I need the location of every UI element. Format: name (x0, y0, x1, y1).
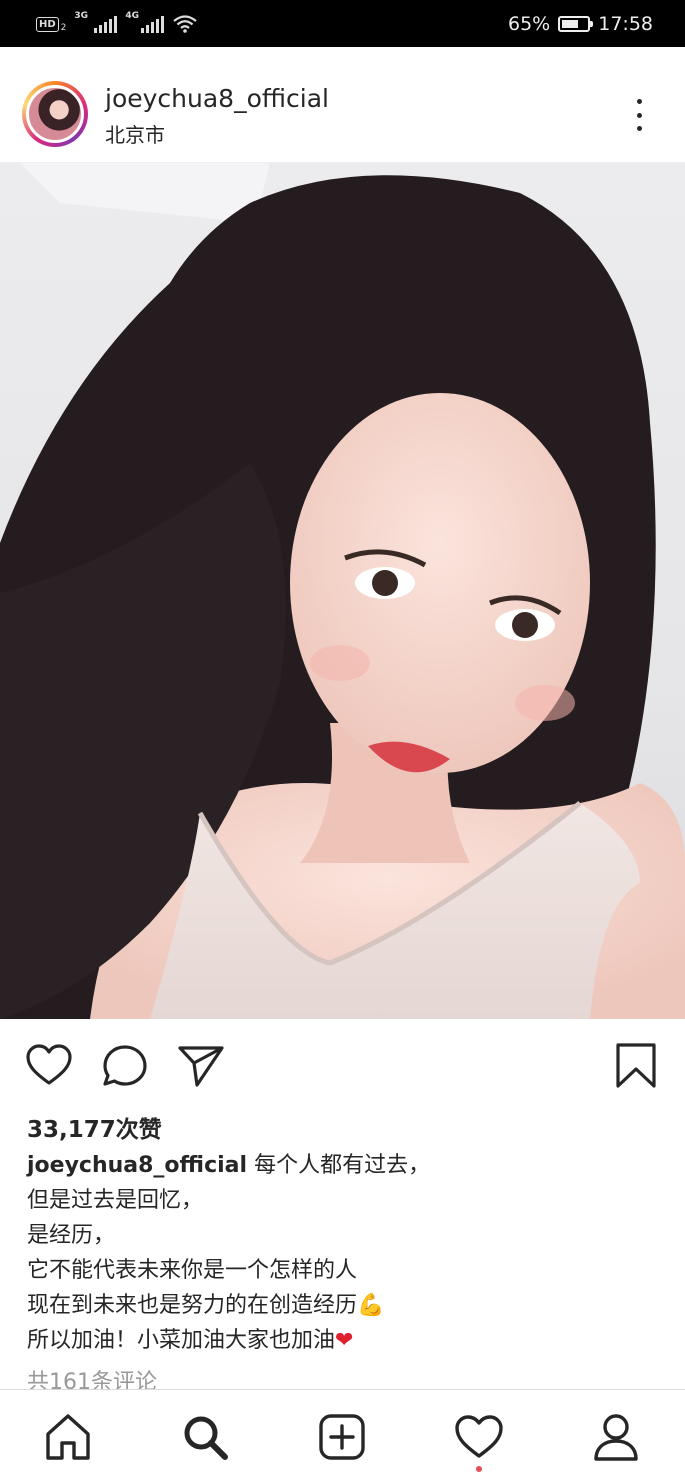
caption-line-4: 现在到未来也是努力的在创造经历💪 (27, 1288, 657, 1323)
bookmark-icon[interactable] (612, 1042, 660, 1090)
flexed-biceps-emoji: 💪 (357, 1293, 385, 1318)
caption-text-0: 每个人都有过去， (254, 1153, 431, 1178)
post-photo[interactable] (0, 163, 685, 1019)
heart-outline-icon[interactable] (25, 1042, 73, 1090)
person-icon[interactable] (591, 1412, 641, 1462)
red-heart-emoji: ❤ (335, 1328, 354, 1353)
status-right: 65% 17:58 (508, 10, 653, 38)
activity-heart-icon[interactable] (454, 1412, 504, 1462)
plus-square-icon[interactable] (317, 1412, 367, 1462)
post-location[interactable]: 北京市 (105, 119, 165, 148)
caption-text-3: 它不能代表未来你是一个怎样的人 (27, 1258, 358, 1283)
caption-text-2: 是经历， (27, 1223, 116, 1248)
post-header: joeychua8_official 北京市 (0, 47, 685, 163)
post-caption: joeychua8_official 每个人都有过去， 但是过去是回忆， 是经历… (27, 1148, 657, 1358)
speech-bubble-icon[interactable] (101, 1042, 149, 1090)
paper-plane-icon[interactable] (177, 1042, 225, 1090)
sim1-network-label: 3G (74, 11, 89, 21)
caption-text-5: 所以加油！小菜加油大家也加油 (27, 1328, 336, 1353)
clock: 17:58 (598, 13, 653, 35)
hd-voice-sub: 2 (60, 23, 67, 33)
notification-dot (476, 1466, 482, 1472)
status-left: HD 2 3G 4G (36, 11, 198, 36)
home-icon[interactable] (43, 1412, 93, 1462)
search-icon[interactable] (180, 1412, 230, 1462)
signal-icon-sim2: 4G (125, 11, 165, 33)
hd-voice-icon: HD (36, 16, 59, 32)
caption-text-4: 现在到未来也是努力的在创造经历 (27, 1293, 358, 1318)
post-username[interactable]: joeychua8_official (105, 84, 329, 113)
caption-line-5: 所以加油！小菜加油大家也加油❤ (27, 1323, 657, 1358)
battery-icon (558, 16, 594, 32)
wifi-icon (173, 15, 198, 33)
status-bar: HD 2 3G 4G 65% 17:58 (0, 0, 685, 47)
portrait-illustration (0, 163, 685, 1019)
more-options-icon[interactable] (626, 95, 652, 135)
battery-percent: 65% (508, 13, 551, 35)
caption-text-1: 但是过去是回忆， (27, 1188, 204, 1213)
story-ring[interactable] (22, 81, 88, 147)
post-action-bar (0, 1020, 685, 1106)
signal-icon-sim1: 3G (74, 11, 118, 33)
avatar[interactable] (26, 85, 84, 143)
bottom-tab-bar (0, 1389, 685, 1484)
caption-first-line: joeychua8_official 每个人都有过去， (27, 1148, 657, 1183)
likes-count[interactable]: 33,177次赞 (27, 1110, 162, 1144)
sim2-network-label: 4G (125, 11, 140, 21)
caption-username[interactable]: joeychua8_official (27, 1153, 247, 1178)
